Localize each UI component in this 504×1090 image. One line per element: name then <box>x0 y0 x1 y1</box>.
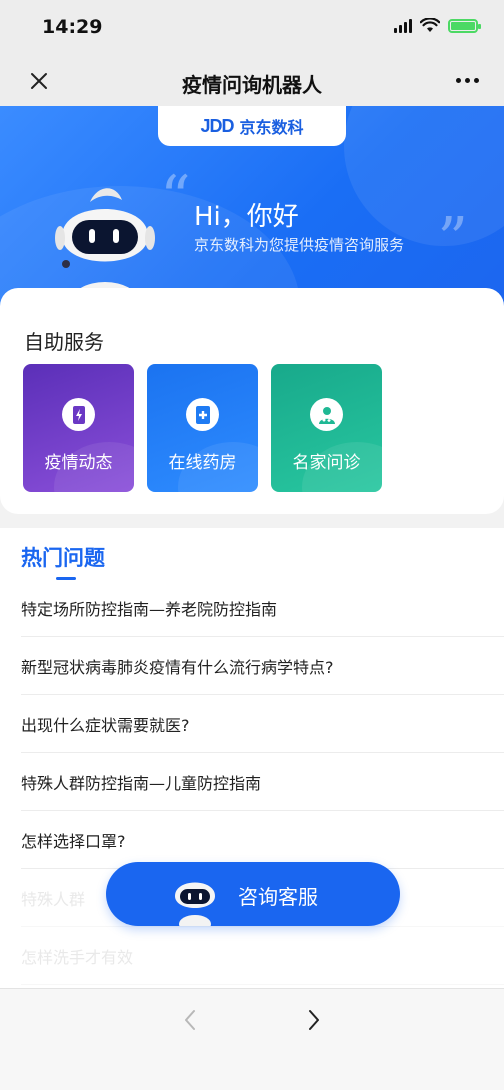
robot-icon <box>175 882 215 926</box>
chevron-left-icon[interactable] <box>176 1005 206 1035</box>
tile-label: 疫情动态 <box>44 453 113 473</box>
status-bar: 14:29 <box>0 0 504 56</box>
tile-epidemic-news[interactable]: 疫情动态 <box>23 364 134 492</box>
robot-icon <box>55 188 155 306</box>
browser-toolbar <box>0 988 504 1090</box>
status-time: 14:29 <box>42 16 103 38</box>
hero-subtitle: 京东数科为您提供疫情咨询服务 <box>194 236 405 254</box>
question-item[interactable]: 出现什么症状需要就医? <box>21 695 504 753</box>
nav-bar: 疫情问询机器人 <box>0 56 504 106</box>
quote-mark-icon: ” <box>437 205 468 275</box>
section-title: 自助服务 <box>24 330 104 354</box>
section-title: 热门问题 <box>21 546 105 570</box>
quote-mark-icon: “ <box>160 163 191 233</box>
tile-expert-consult[interactable]: 名家问诊 <box>271 364 382 492</box>
question-item[interactable]: 新型冠状病毒肺炎疫情有什么流行病学特点? <box>21 637 504 695</box>
wifi-icon <box>420 18 440 32</box>
signal-icon <box>394 18 412 33</box>
question-item[interactable]: 特定场所防控指南—养老院防控指南 <box>21 579 504 637</box>
consult-button-label: 咨询客服 <box>238 885 318 909</box>
doctor-icon <box>310 398 343 431</box>
tile-online-pharmacy[interactable]: 在线药房 <box>147 364 258 492</box>
hero-decoration <box>344 106 504 246</box>
brand-logo: JDD 京东数科 <box>158 106 346 146</box>
logo-mark: JDD <box>200 115 234 136</box>
medical-plus-icon <box>186 398 219 431</box>
page-title: 疫情问询机器人 <box>182 73 322 97</box>
chevron-right-icon[interactable] <box>298 1005 328 1035</box>
consult-service-button[interactable]: 咨询客服 <box>106 862 400 926</box>
status-icons <box>394 18 481 33</box>
phone-bolt-icon <box>62 398 95 431</box>
question-item[interactable]: 怎样选择口罩? <box>21 811 504 869</box>
tile-label: 在线药房 <box>168 453 237 473</box>
more-icon[interactable] <box>452 70 482 90</box>
question-item[interactable]: 特殊人群防控指南—儿童防控指南 <box>21 753 504 811</box>
question-item[interactable]: 怎样洗手才有效 <box>21 927 504 985</box>
battery-icon <box>448 18 481 33</box>
self-service-card: 自助服务 疫情动态 在线药房 名家问诊 <box>0 288 504 514</box>
hero-greeting: Hi，你好 <box>194 202 299 232</box>
hero-banner: JDD 京东数科 “ ” Hi，你好 京东数科为您提供疫情咨询服务 <box>0 106 504 306</box>
logo-text: 京东数科 <box>239 118 304 137</box>
tile-label: 名家问诊 <box>292 453 361 473</box>
service-tiles: 疫情动态 在线药房 名家问诊 <box>23 364 382 492</box>
